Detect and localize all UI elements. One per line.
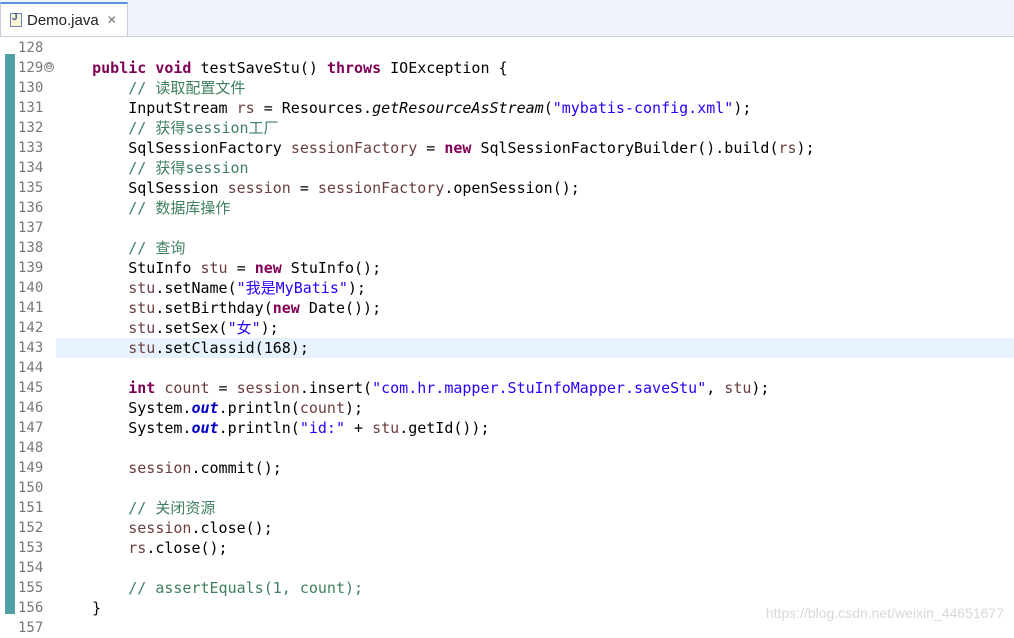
code-line[interactable]: 133 SqlSessionFactory sessionFactory = n… (0, 138, 1014, 158)
line-number: 147 (18, 420, 44, 436)
line-number: 154 (18, 560, 44, 576)
code-text: public void testSaveStu() throws IOExcep… (92, 59, 508, 77)
code-text: // 获得session工厂 (128, 119, 279, 137)
code-line[interactable]: 143 stu.setClassid(168); (0, 338, 1014, 358)
line-number: 129 (18, 60, 44, 76)
code-line[interactable]: 136 // 数据库操作 (0, 198, 1014, 218)
line-number: 143 (18, 340, 44, 356)
code-line[interactable]: 128 (0, 38, 1014, 58)
line-number: 130 (18, 80, 44, 96)
code-text: SqlSessionFactory sessionFactory = new S… (56, 139, 815, 157)
line-number: 152 (18, 520, 44, 536)
line-number: 132 (18, 120, 44, 136)
line-number: 141 (18, 300, 44, 316)
code-text: // 获得session (128, 159, 249, 177)
code-text: stu.setBirthday(new Date()); (128, 299, 382, 317)
code-line[interactable]: 132 // 获得session工厂 (0, 118, 1014, 138)
code-line[interactable]: 153 rs.close(); (0, 538, 1014, 558)
code-line[interactable]: 154 (0, 558, 1014, 578)
line-number: 137 (18, 220, 44, 236)
code-text: stu.setSex("女"); (128, 319, 279, 337)
line-number: 151 (18, 500, 44, 516)
code-line[interactable]: 141 stu.setBirthday(new Date()); (0, 298, 1014, 318)
tab-demo-java[interactable]: Demo.java ✕ (0, 2, 128, 36)
line-number: 134 (18, 160, 44, 176)
code-line[interactable]: 146 System.out.println(count); (0, 398, 1014, 418)
line-number: 157 (18, 620, 44, 636)
line-number: 146 (18, 400, 44, 416)
code-text: } (56, 599, 102, 617)
code-line[interactable]: 135 SqlSession session = sessionFactory.… (0, 178, 1014, 198)
code-text: // 数据库操作 (128, 199, 231, 217)
line-number: 145 (18, 380, 44, 396)
watermark: https://blog.csdn.net/weixin_44651677 (765, 605, 1004, 621)
code-line[interactable]: 142 stu.setSex("女"); (0, 318, 1014, 338)
code-text: stu.setName("我是MyBatis"); (128, 279, 366, 297)
code-text: // 读取配置文件 (128, 79, 246, 97)
code-text: SqlSession session = sessionFactory.open… (56, 179, 580, 197)
line-number: 135 (18, 180, 44, 196)
code-line[interactable]: 140 stu.setName("我是MyBatis"); (0, 278, 1014, 298)
code-line[interactable]: 137 (0, 218, 1014, 238)
line-number: 133 (18, 140, 44, 156)
line-number: 156 (18, 600, 44, 616)
close-tab-icon[interactable]: ✕ (107, 13, 117, 27)
code-text: stu.setClassid(168); (128, 339, 309, 357)
code-line[interactable]: 157 (0, 618, 1014, 638)
java-file-icon (10, 12, 22, 27)
line-number: 128 (18, 40, 44, 56)
line-number: 139 (18, 260, 44, 276)
code-line[interactable]: 145 int count = session.insert("com.hr.m… (0, 378, 1014, 398)
code-line[interactable]: 152 session.close(); (0, 518, 1014, 538)
code-text: // assertEquals(1, count); (128, 579, 364, 597)
line-number: 155 (18, 580, 44, 596)
code-line[interactable]: 155 // assertEquals(1, count); (0, 578, 1014, 598)
line-number: 142 (18, 320, 44, 336)
line-number: 136 (18, 200, 44, 216)
code-line[interactable]: 148 (0, 438, 1014, 458)
code-line[interactable]: 130 // 读取配置文件 (0, 78, 1014, 98)
code-line[interactable]: 151 // 关闭资源 (0, 498, 1014, 518)
code-text: // 查询 (128, 239, 186, 257)
code-text: rs.close(); (128, 539, 228, 557)
code-line[interactable]: 131 InputStream rs = Resources.getResour… (0, 98, 1014, 118)
code-line[interactable]: 134 // 获得session (0, 158, 1014, 178)
code-text: System.out.println("id:" + stu.getId()); (56, 419, 490, 437)
line-number: 148 (18, 440, 44, 456)
code-line[interactable]: 150 (0, 478, 1014, 498)
fold-collapse-icon[interactable]: ⊖ (44, 62, 54, 72)
code-text: int count = session.insert("com.hr.mappe… (128, 379, 770, 397)
code-text: session.close(); (128, 519, 273, 537)
code-line[interactable]: 144 (0, 358, 1014, 378)
code-text: System.out.println(count); (56, 399, 364, 417)
code-text: session.commit(); (128, 459, 282, 477)
code-text: // 关闭资源 (128, 499, 216, 517)
line-number: 131 (18, 100, 44, 116)
code-line[interactable]: 147 System.out.println("id:" + stu.getId… (0, 418, 1014, 438)
code-editor[interactable]: 128 129 ⊖ public void testSaveStu() throws… (0, 36, 1014, 636)
line-number: 138 (18, 240, 44, 256)
code-line[interactable]: 138 // 查询 (0, 238, 1014, 258)
tab-title: Demo.java (27, 11, 99, 29)
line-number: 140 (18, 280, 44, 296)
code-line[interactable]: 129 ⊖ public void testSaveStu() throws IO… (0, 58, 1014, 78)
line-number: 149 (18, 460, 44, 476)
line-number: 144 (18, 360, 44, 376)
code-text: InputStream rs = Resources.getResourceAs… (56, 99, 752, 117)
line-number: 153 (18, 540, 44, 556)
code-line[interactable]: 149 session.commit(); (0, 458, 1014, 478)
code-line[interactable]: 139 StuInfo stu = new StuInfo(); (0, 258, 1014, 278)
editor-tab-bar: Demo.java ✕ (0, 0, 1014, 37)
code-text: StuInfo stu = new StuInfo(); (56, 259, 382, 277)
line-number: 150 (18, 480, 44, 496)
